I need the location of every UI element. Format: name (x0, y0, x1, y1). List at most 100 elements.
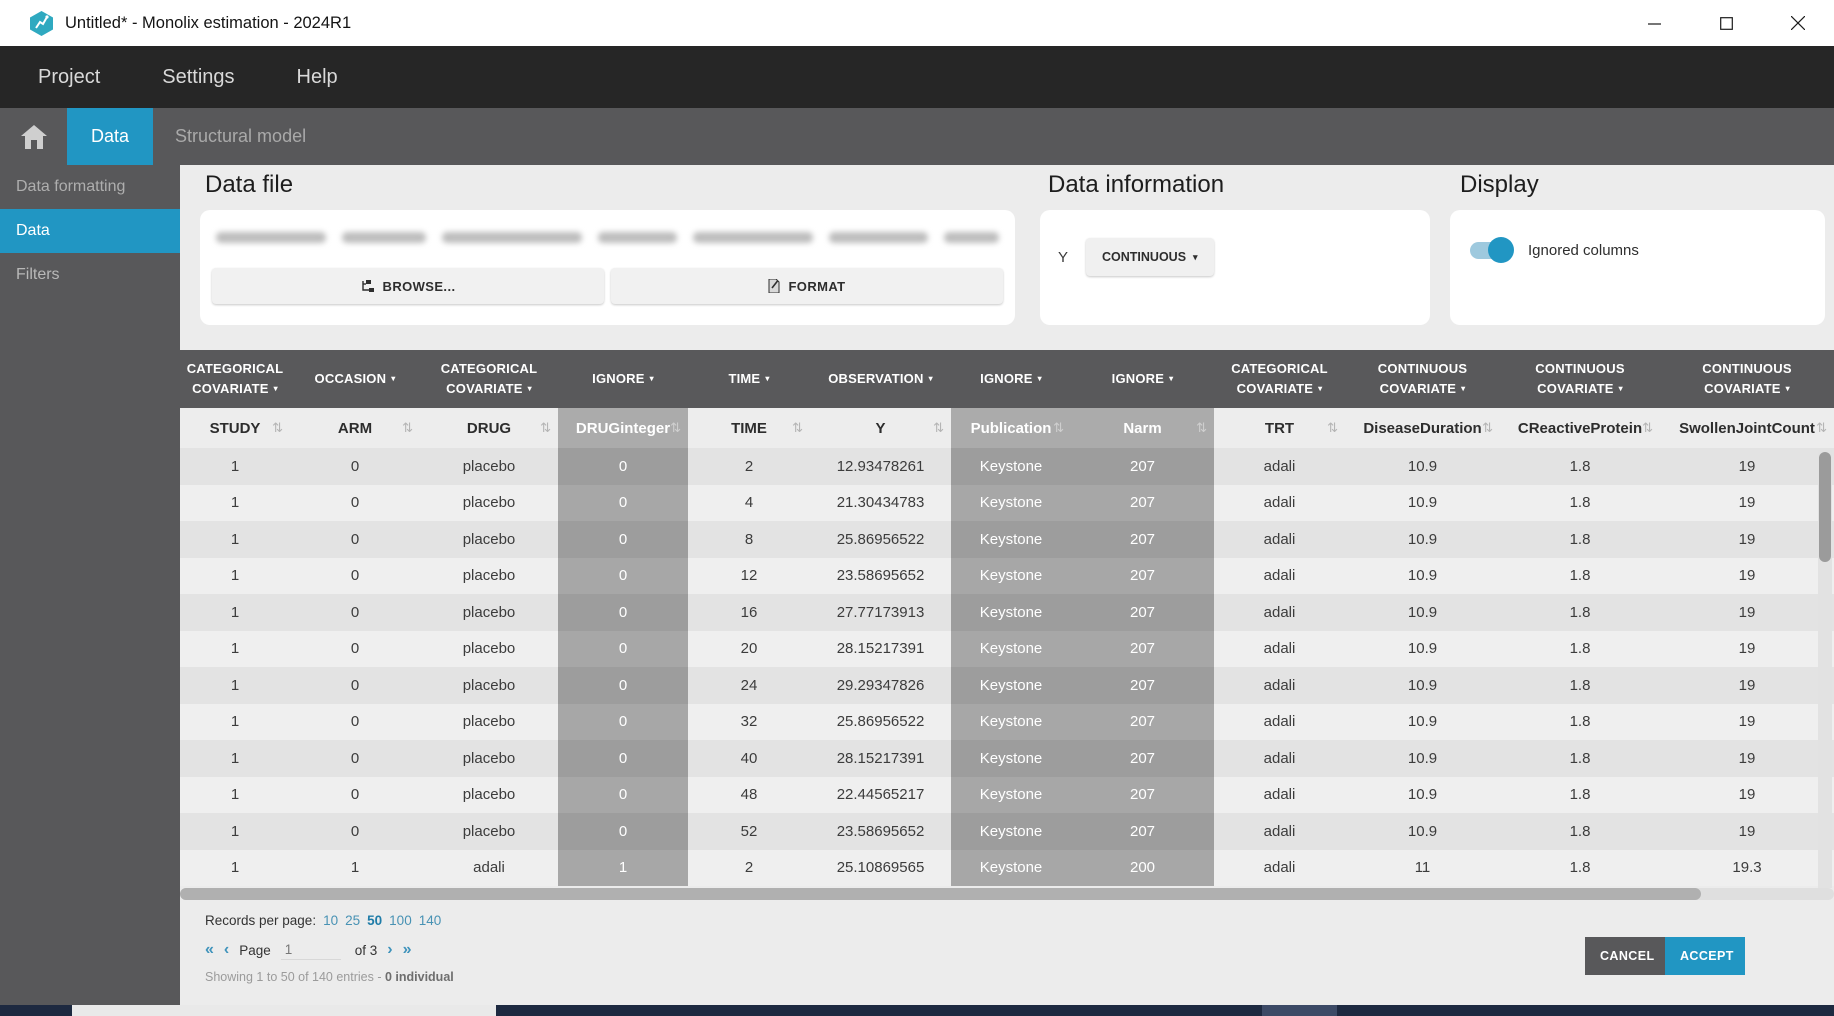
taskbar-strip (0, 1005, 1834, 1016)
menu-help[interactable]: Help (289, 62, 346, 93)
records-option-140[interactable]: 140 (419, 913, 442, 928)
column-header-ARM[interactable]: ARM⇅ (290, 408, 420, 448)
column-header-DRUG[interactable]: DRUG⇅ (420, 408, 558, 448)
prev-page-icon[interactable]: ‹ (224, 941, 229, 959)
maximize-icon[interactable] (1690, 0, 1762, 46)
table-cell-ARM: 0 (290, 631, 420, 668)
sort-icon[interactable]: ⇅ (1053, 421, 1064, 436)
horizontal-scrollbar[interactable] (180, 888, 1834, 900)
sidebar-item-filters[interactable]: Filters (0, 253, 180, 297)
table-cell-Y: 23.58695652 (810, 558, 951, 595)
table-cell-DiseaseDuration: 10.9 (1345, 521, 1500, 558)
column-type-dropdown-Y[interactable]: OBSERVATION▾ (810, 350, 951, 408)
column-header-TRT[interactable]: TRT⇅ (1214, 408, 1345, 448)
sidebar-item-data[interactable]: Data (0, 209, 180, 253)
table-row: 10placebo02429.29347826Keystone207adali1… (180, 667, 1834, 704)
y-type-value: CONTINUOUS (1102, 250, 1186, 264)
table-cell-STUDY: 1 (180, 813, 290, 850)
column-type-dropdown-CReactiveProtein[interactable]: CONTINUOUSCOVARIATE▾ (1500, 350, 1660, 408)
accept-button[interactable]: ACCEPT (1665, 937, 1745, 975)
table-cell-DiseaseDuration: 10.9 (1345, 704, 1500, 741)
column-header-DiseaseDuration[interactable]: DiseaseDuration⇅ (1345, 408, 1500, 448)
menu-project[interactable]: Project (30, 62, 108, 93)
page-number-input[interactable] (281, 940, 341, 960)
home-tab[interactable] (0, 108, 67, 165)
column-type-dropdown-SwollenJointCount[interactable]: CONTINUOUSCOVARIATE▾ (1660, 350, 1834, 408)
column-header-DRUGinteger[interactable]: DRUGinteger⇅ (558, 408, 688, 448)
column-type-dropdown-TRT[interactable]: CATEGORICALCOVARIATE▾ (1214, 350, 1345, 408)
table-cell-ARM: 0 (290, 777, 420, 814)
vertical-scrollbar[interactable] (1818, 450, 1832, 888)
table-cell-ARM: 0 (290, 485, 420, 522)
column-header-SwollenJointCount[interactable]: SwollenJointCount⇅ (1660, 408, 1834, 448)
format-button[interactable]: FORMAT (611, 268, 1003, 304)
horizontal-scrollbar-thumb[interactable] (180, 888, 1701, 900)
column-type-dropdown-Narm[interactable]: IGNORE▾ (1071, 350, 1214, 408)
sort-icon[interactable]: ⇅ (272, 421, 283, 436)
data-file-path-blurred (216, 232, 999, 244)
close-icon[interactable] (1762, 0, 1834, 46)
column-header-STUDY[interactable]: STUDY⇅ (180, 408, 290, 448)
records-option-10[interactable]: 10 (323, 913, 338, 928)
table-cell-DRUG: placebo (420, 631, 558, 668)
sort-icon[interactable]: ⇅ (1642, 421, 1653, 436)
tab-data[interactable]: Data (67, 108, 153, 165)
menu-settings[interactable]: Settings (154, 62, 242, 93)
column-header-Publication[interactable]: Publication⇅ (951, 408, 1071, 448)
main-panel: Data file BROWSE... (180, 165, 1834, 1005)
table-cell-STUDY: 1 (180, 448, 290, 485)
table-cell-Narm: 200 (1071, 850, 1214, 887)
table-cell-SwollenJointCount: 19 (1660, 448, 1834, 485)
column-type-dropdown-DRUG[interactable]: CATEGORICALCOVARIATE▾ (420, 350, 558, 408)
ignored-columns-toggle[interactable] (1470, 242, 1512, 259)
table-cell-Y: 28.15217391 (810, 631, 951, 668)
table-cell-DRUG: adali (420, 850, 558, 887)
minimize-icon[interactable] (1618, 0, 1690, 46)
records-option-25[interactable]: 25 (345, 913, 360, 928)
column-type-dropdown-DRUGinteger[interactable]: IGNORE▾ (558, 350, 688, 408)
sidebar-item-data-formatting[interactable]: Data formatting (0, 165, 180, 209)
table-cell-TRT: adali (1214, 521, 1345, 558)
column-type-label: COVARIATE (1537, 379, 1613, 399)
column-type-dropdown-Publication[interactable]: IGNORE▾ (951, 350, 1071, 408)
table-cell-SwollenJointCount: 19.3 (1660, 850, 1834, 887)
column-type-dropdown-TIME[interactable]: TIME▾ (688, 350, 810, 408)
column-type-dropdown-DiseaseDuration[interactable]: CONTINUOUSCOVARIATE▾ (1345, 350, 1500, 408)
sort-icon[interactable]: ⇅ (1196, 421, 1207, 436)
column-header-Narm[interactable]: Narm⇅ (1071, 408, 1214, 448)
table-cell-TIME: 40 (688, 740, 810, 777)
table-cell-CReactiveProtein: 1.8 (1500, 594, 1660, 631)
table-footer: Records per page: 10 25 50 100 140 « ‹ P… (180, 910, 1834, 1005)
sort-icon[interactable]: ⇅ (402, 421, 413, 436)
sort-icon[interactable]: ⇅ (540, 421, 551, 436)
browse-button[interactable]: BROWSE... (212, 268, 604, 304)
next-page-icon[interactable]: › (387, 941, 392, 959)
table-cell-SwollenJointCount: 19 (1660, 558, 1834, 595)
column-type-dropdown-ARM[interactable]: OCCASION▾ (290, 350, 420, 408)
chevron-down-icon: ▾ (274, 385, 278, 393)
sort-icon[interactable]: ⇅ (1482, 421, 1493, 436)
table-cell-DRUGinteger: 0 (558, 594, 688, 631)
first-page-icon[interactable]: « (205, 941, 214, 959)
cancel-button[interactable]: CANCEL (1585, 937, 1665, 975)
table-cell-DRUGinteger: 0 (558, 704, 688, 741)
vertical-scrollbar-thumb[interactable] (1819, 452, 1831, 562)
column-header-CReactiveProtein[interactable]: CReactiveProtein⇅ (1500, 408, 1660, 448)
column-type-dropdown-STUDY[interactable]: CATEGORICALCOVARIATE▾ (180, 350, 290, 408)
y-type-dropdown[interactable]: CONTINUOUS ▾ (1086, 238, 1214, 276)
sort-icon[interactable]: ⇅ (670, 421, 681, 436)
sort-icon[interactable]: ⇅ (1327, 421, 1338, 436)
tab-structural-model[interactable]: Structural model (153, 108, 328, 165)
sort-icon[interactable]: ⇅ (792, 421, 803, 436)
column-header-TIME[interactable]: TIME⇅ (688, 408, 810, 448)
table-row: 10placebo0212.93478261Keystone207adali10… (180, 448, 1834, 485)
records-option-50[interactable]: 50 (367, 913, 382, 928)
sort-icon[interactable]: ⇅ (1816, 421, 1827, 436)
sort-icon[interactable]: ⇅ (933, 421, 944, 436)
column-header-Y[interactable]: Y⇅ (810, 408, 951, 448)
last-page-icon[interactable]: » (403, 941, 412, 959)
table-cell-TRT: adali (1214, 558, 1345, 595)
records-option-100[interactable]: 100 (389, 913, 412, 928)
table-cell-SwollenJointCount: 19 (1660, 485, 1834, 522)
table-cell-CReactiveProtein: 1.8 (1500, 850, 1660, 887)
